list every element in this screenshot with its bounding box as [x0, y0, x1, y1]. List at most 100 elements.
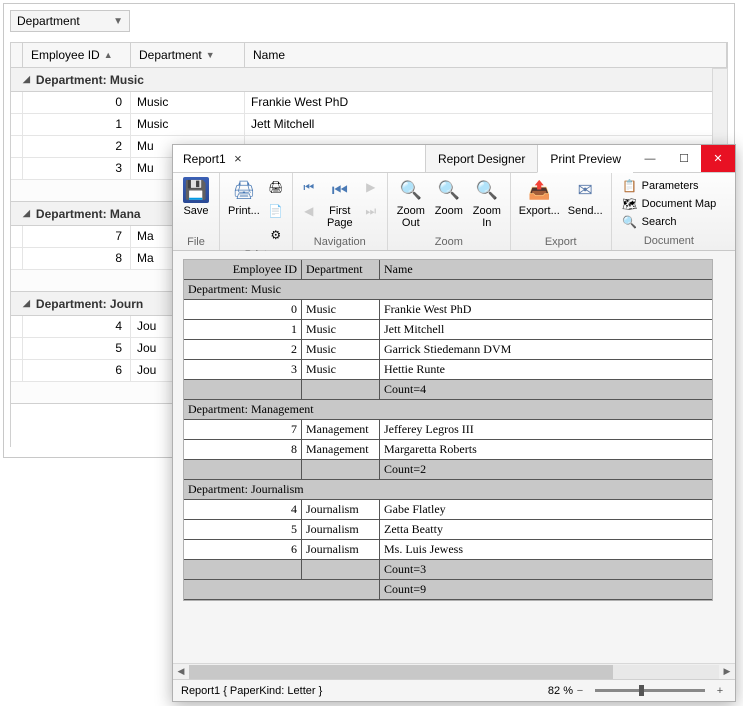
ribbon-group-file: 💾Save File [173, 173, 220, 250]
cell-id: 1 [23, 114, 131, 135]
zoom-minus-button[interactable]: − [573, 685, 587, 697]
report-data-row: 7ManagementJefferey Legros III [184, 420, 712, 440]
print-icon: 🖨 [231, 177, 257, 203]
report-group-header: Department: Journalism [184, 480, 712, 500]
collapse-icon: ◢ [23, 74, 30, 85]
collapse-icon: ◢ [23, 208, 30, 219]
close-button[interactable]: ✕ [701, 145, 735, 172]
export-button[interactable]: 📤Export... [515, 175, 564, 234]
chevron-down-icon: ▼ [113, 16, 123, 27]
group-row[interactable]: ◢Department: Music [11, 68, 727, 92]
quick-print-button[interactable]: 🖨 [265, 176, 287, 198]
ribbon-group-export: 📤Export... ✉Send... Export [511, 173, 612, 250]
report-group-count: Count=4 [184, 380, 712, 400]
document-map-button[interactable]: 🗺Document Map [620, 195, 719, 213]
nav-prev-icon[interactable]: ◀ [298, 200, 320, 222]
parameters-button[interactable]: 📋Parameters [620, 177, 719, 195]
tab-report-designer[interactable]: Report Designer [425, 145, 537, 172]
page-setup-button[interactable]: 📄 [265, 200, 287, 222]
cell-dept: Music [131, 92, 245, 113]
cell-id: 5 [23, 338, 131, 359]
ribbon-group-print: 🖨Print... 🖨 📄 ⚙ Print [220, 173, 293, 250]
scroll-thumb[interactable] [189, 665, 613, 679]
cell-id: 0 [23, 92, 131, 113]
scroll-right-icon[interactable]: ▶ [719, 665, 735, 679]
report-window: Report1 × Report Designer Print Preview … [172, 144, 736, 702]
scroll-left-icon[interactable]: ◀ [173, 665, 189, 679]
nav-first-icon[interactable]: ⏮ [298, 176, 320, 198]
report-header: Employee IDDepartmentName [184, 260, 712, 280]
maximize-button[interactable]: ☐ [667, 145, 701, 172]
ribbon-group-document: 📋Parameters 🗺Document Map 🔍Search Docume… [612, 173, 727, 250]
window-controls: — ☐ ✕ [633, 145, 735, 172]
search-button[interactable]: 🔍Search [620, 213, 719, 231]
send-button[interactable]: ✉Send... [564, 175, 607, 234]
report-group-header: Department: Music [184, 280, 712, 300]
cell-id: 6 [23, 360, 131, 381]
zoom-level: 82 % [548, 685, 573, 697]
export-icon: 📤 [526, 177, 552, 203]
print-button[interactable]: 🖨Print... [224, 175, 264, 247]
grid-header: Employee ID▲ Department▼ Name [10, 42, 728, 68]
report-group-count: Count=3 [184, 560, 712, 580]
tab-print-preview[interactable]: Print Preview [537, 145, 633, 173]
zoom-button[interactable]: 🔍Zoom [430, 175, 468, 234]
group-by-dropdown[interactable]: Department ▼ [10, 10, 130, 32]
cell-name: Frankie West PhD [245, 92, 727, 113]
chevron-down-icon: ▼ [206, 50, 215, 60]
group-label: File [177, 234, 215, 250]
nav-last-icon[interactable]: ⏭ [360, 200, 382, 222]
column-header-employee-id[interactable]: Employee ID▲ [23, 43, 131, 67]
column-header-name[interactable]: Name [245, 43, 727, 67]
report-data-row: 8ManagementMargaretta Roberts [184, 440, 712, 460]
save-button[interactable]: 💾Save [177, 175, 215, 234]
cell-id: 4 [23, 316, 131, 337]
report-group-count: Count=2 [184, 460, 712, 480]
report-group-header: Department: Management [184, 400, 712, 420]
ribbon-group-navigation: ⏮ ◀ ⏮First Page ▶ ⏭ Navigation [293, 173, 388, 250]
report-data-row: 4JournalismGabe Flatley [184, 500, 712, 520]
statusbar: Report1 { PaperKind: Letter } 82 % − + [173, 679, 735, 701]
zoom-slider-thumb[interactable] [639, 685, 644, 696]
report-data-row: 1MusicJett Mitchell [184, 320, 712, 340]
save-icon: 💾 [183, 177, 209, 203]
group-label: Zoom [392, 234, 506, 250]
minimize-button[interactable]: — [633, 145, 667, 172]
first-page-button[interactable]: ⏮First Page [321, 175, 359, 234]
cell-id: 2 [23, 136, 131, 157]
first-page-icon: ⏮ [327, 177, 353, 203]
collapse-icon: ◢ [23, 298, 30, 309]
zoom-plus-button[interactable]: + [713, 685, 727, 697]
report-data-row: 2MusicGarrick Stiedemann DVM [184, 340, 712, 360]
zoom-in-icon: 🔍 [474, 177, 500, 203]
cell-id: 7 [23, 226, 131, 247]
document-tab[interactable]: Report1 × [173, 145, 246, 172]
close-tab-icon[interactable]: × [234, 151, 242, 166]
send-icon: ✉ [572, 177, 598, 203]
nav-next-icon[interactable]: ▶ [360, 176, 382, 198]
status-text: Report1 { PaperKind: Letter } [181, 685, 322, 697]
zoom-out-button[interactable]: 🔍Zoom Out [392, 175, 430, 234]
dropdown-label: Department [17, 14, 80, 28]
parameters-icon: 📋 [622, 178, 638, 194]
report-page: Employee IDDepartmentNameDepartment: Mus… [183, 259, 713, 601]
report-total: Count=9 [184, 580, 712, 600]
print-options-button[interactable]: ⚙ [265, 224, 287, 246]
preview-area: Employee IDDepartmentNameDepartment: Mus… [173, 251, 735, 663]
cell-id: 8 [23, 248, 131, 269]
group-label: Navigation [297, 234, 383, 250]
cell-name: Jett Mitchell [245, 114, 727, 135]
group-label: Document [616, 233, 723, 249]
table-row[interactable]: 1MusicJett Mitchell [11, 114, 727, 136]
horizontal-scrollbar[interactable]: ◀ ▶ [173, 663, 735, 679]
zoom-slider[interactable] [595, 689, 705, 692]
table-row[interactable]: 0MusicFrankie West PhD [11, 92, 727, 114]
zoom-icon: 🔍 [436, 177, 462, 203]
column-header-department[interactable]: Department▼ [131, 43, 245, 67]
ribbon-group-zoom: 🔍Zoom Out 🔍Zoom 🔍Zoom In Zoom [388, 173, 511, 250]
search-icon: 🔍 [622, 214, 638, 230]
document-map-icon: 🗺 [622, 196, 638, 212]
ribbon: 💾Save File 🖨Print... 🖨 📄 ⚙ Print ⏮ ◀ [173, 173, 735, 251]
zoom-out-icon: 🔍 [398, 177, 424, 203]
zoom-in-button[interactable]: 🔍Zoom In [468, 175, 506, 234]
